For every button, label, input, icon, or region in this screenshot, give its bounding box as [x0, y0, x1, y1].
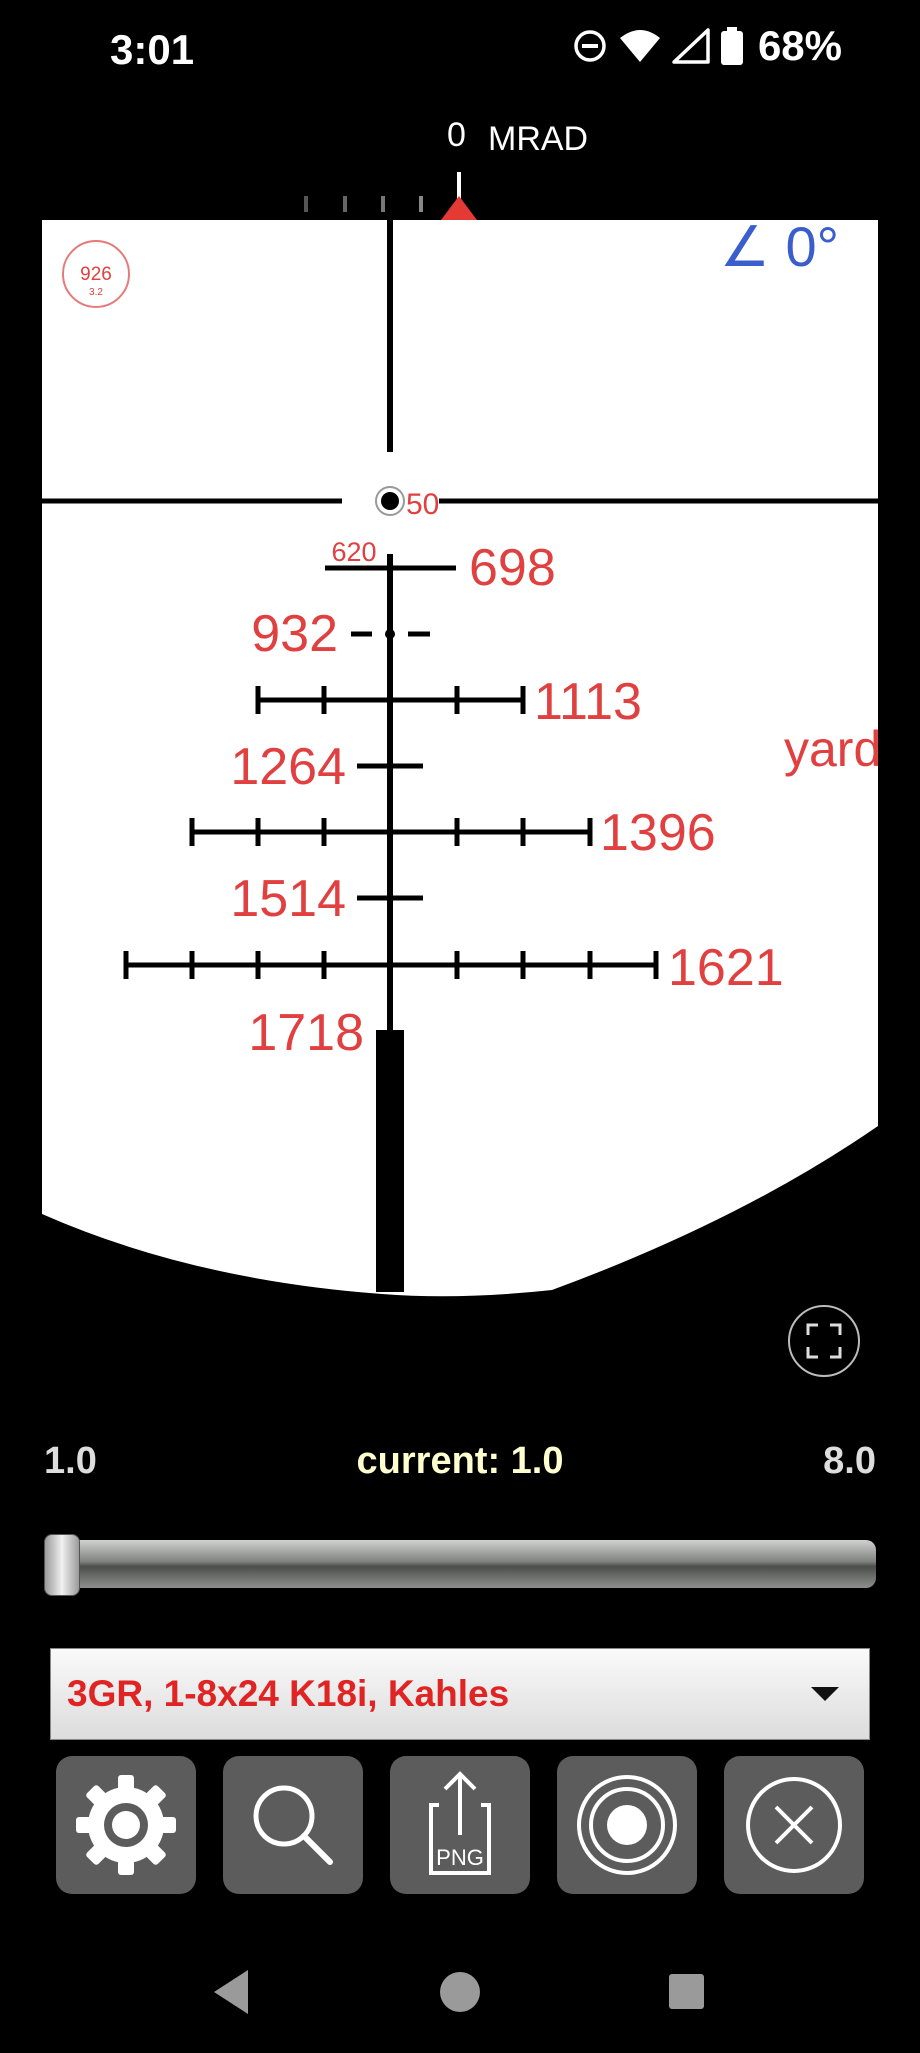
scope-field — [42, 220, 878, 1297]
mrad-ticks — [304, 172, 477, 220]
reticle-view[interactable]: 926 3.2 ∠ 0° 50 620 698 932 1113 1264 ya… — [42, 220, 878, 1300]
toolbar: PNG — [0, 1756, 920, 1896]
export-png-icon: PNG — [429, 1771, 491, 1875]
magnification-current: current: 1.0 — [356, 1440, 564, 1482]
drop-label-1113: 1113 — [534, 673, 642, 731]
drop-label-1514: 1514 — [230, 870, 346, 928]
navigation-bar — [0, 1940, 920, 2048]
dropdown-arrow-icon — [811, 1687, 839, 1701]
settings-button[interactable] — [56, 1756, 196, 1894]
magnification-max: 8.0 — [823, 1440, 876, 1482]
drop-label-1264: 1264 — [230, 738, 346, 796]
badge-bottom: 3.2 — [89, 287, 103, 298]
fullscreen-button[interactable] — [788, 1305, 860, 1377]
magnification-slider[interactable] — [44, 1534, 876, 1596]
export-png-button[interactable]: PNG — [390, 1756, 530, 1894]
do-not-disturb-icon — [574, 30, 606, 62]
target-icon — [577, 1775, 677, 1875]
wifi-icon — [619, 30, 660, 62]
search-icon — [253, 1785, 333, 1865]
badge-top: 926 — [80, 264, 112, 285]
scope-select-value: 3GR, 1-8x24 K18i, Kahles — [67, 1673, 510, 1714]
fullscreen-icon — [806, 1323, 842, 1359]
scope-select[interactable]: 3GR, 1-8x24 K18i, Kahles — [50, 1648, 870, 1740]
battery-icon — [720, 27, 743, 65]
recents-icon[interactable] — [669, 1974, 704, 2009]
drop-label-1718: 1718 — [248, 1004, 364, 1062]
back-icon[interactable] — [214, 1970, 248, 2014]
png-label: PNG — [436, 1845, 484, 1870]
drop-label-1621: 1621 — [668, 939, 784, 997]
drop-label-620: 620 — [331, 537, 376, 567]
search-button[interactable] — [223, 1756, 363, 1894]
drop-label-932: 932 — [251, 605, 338, 663]
post — [376, 1030, 404, 1292]
home-icon[interactable] — [440, 1972, 480, 2012]
mrad-pointer-icon — [441, 196, 477, 220]
drop-label-1396: 1396 — [600, 804, 716, 862]
battery-percent: 68% — [757, 22, 842, 69]
center-label: 50 — [406, 488, 439, 521]
drop-label-698: 698 — [469, 539, 556, 597]
close-icon — [746, 1777, 842, 1873]
cant-angle: ∠ 0° — [720, 220, 839, 278]
mrad-scale[interactable]: 0 MRAD — [0, 110, 920, 220]
offscreen-label: yard — [784, 721, 878, 777]
magnification-labels: 1.0 current: 1.0 8.0 — [0, 1440, 920, 1490]
close-button[interactable] — [724, 1756, 864, 1894]
slider-thumb[interactable] — [44, 1534, 80, 1596]
status-time: 3:01 — [110, 26, 195, 73]
cell-signal-icon — [672, 28, 710, 64]
status-bar: 3:01 68% — [0, 0, 920, 110]
settings-icon — [76, 1775, 176, 1875]
target-button[interactable] — [557, 1756, 697, 1894]
status-icons: 68% — [572, 22, 842, 70]
